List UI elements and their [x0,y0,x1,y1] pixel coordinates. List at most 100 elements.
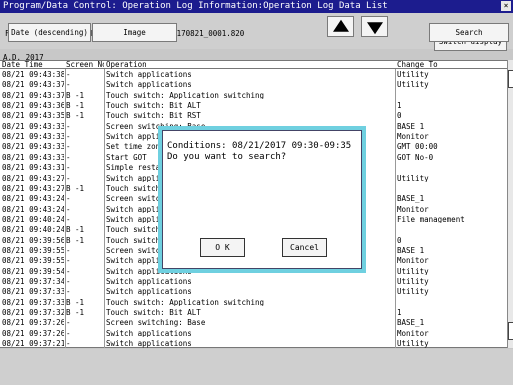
dialog-question: Do you want to search? [167,152,287,162]
cell-change-to: 1 [397,309,402,317]
arrow-down-icon [366,21,383,34]
cell-change-to: Monitor [397,329,429,338]
cell-screen-no: - [66,205,71,214]
cell-date-time: 08/21 09:37:33 [2,288,64,296]
cell-date-time: 08/21 09:43:31 [2,164,64,172]
table-row[interactable]: 08/21 09:37:26- Switch applications Monito… [0,330,507,338]
table-row[interactable]: 08/21 09:37:32 B -1 Touch switch: Bit ALT 1 [0,309,507,317]
scroll-thumb[interactable] [508,70,513,88]
dialog-body: Conditions: 08/21/2017 09:30-09:35 Do yo… [162,130,362,269]
table-row[interactable]: 08/21 09:43:38- Switch applications Utilit… [0,71,507,79]
cell-date-time: 08/21 09:39:54 [2,267,64,276]
cell-change-to: Utility [397,340,429,348]
ok-button[interactable]: O K [200,238,245,257]
title-bar: Program/Data Control: Operation Log Info… [0,0,513,13]
header-operation: Operation [106,61,147,69]
cell-screen-no: B -1 [66,298,85,307]
cell-screen-no: - [66,143,71,151]
cell-change-to: Utility [397,174,429,182]
cell-change-to: 0 [397,112,402,120]
header-screen-no: Screen No. [66,61,104,69]
cell-date-time: 08/21 09:43:38 [2,71,64,79]
cell-change-to: 1 [397,102,402,110]
cell-date-time: 08/21 09:43:33 [2,133,64,141]
page-down-button[interactable] [361,16,388,37]
cell-operation: Switch applications [106,288,192,296]
cell-screen-no: - [66,246,71,255]
cell-screen-no: B -1 [66,226,85,234]
search-button[interactable]: Search [429,23,509,42]
cell-date-time: 08/21 09:37:26 [2,319,64,327]
cell-operation: Touch switch: Bit RST [106,112,201,120]
table-row[interactable]: 08/21 09:37:21- Switch applications Utilit… [0,340,507,348]
cell-date-time: 08/21 09:37:32 [2,309,64,317]
cell-change-to: Utility [397,278,429,286]
cell-screen-no: - [66,319,71,327]
cell-operation: Switch applications [106,71,192,79]
image-button[interactable]: Image [92,23,177,42]
table-row[interactable]: 08/21 09:37:26- Screen switching: Base BAS… [0,319,507,327]
cell-change-to: BASE_1 [397,195,425,203]
header-change-to: Change To [397,61,438,69]
cell-screen-no: - [66,122,71,131]
table-row[interactable]: 08/21 09:37:33- Switch applications Utilit… [0,288,507,296]
cell-date-time: 08/21 09:37:21 [2,340,64,348]
cell-screen-no: B -1 [66,91,85,100]
cell-screen-no: - [66,133,71,141]
cell-date-time: 08/21 09:37:26 [2,329,64,338]
cell-operation: Touch switch: Bit ALT [106,102,201,110]
cell-change-to: Utility [397,267,429,276]
table-row[interactable]: 08/21 09:43:36 B -1 Touch switch: Bit ALT 1 [0,102,507,110]
close-icon[interactable]: × [501,1,511,11]
cell-change-to: File management [397,215,465,224]
search-confirm-dialog: Conditions: 08/21/2017 09:30-09:35 Do yo… [158,126,366,273]
cell-screen-no: B -1 [66,102,85,110]
table-row[interactable]: 08/21 09:43:37 B -1 Touch switch: Applicat… [0,92,507,100]
cell-date-time: 08/21 09:43:36 [2,102,64,110]
cell-operation: Switch applications [106,278,192,286]
page-up-button[interactable] [327,16,354,37]
cell-screen-no: - [66,195,71,203]
arrow-up-icon [332,19,349,32]
cell-change-to: BASE_1 [397,122,425,131]
cell-screen-no: B -1 [66,309,85,317]
cell-change-to: Monitor [397,133,429,141]
cell-screen-no: B -1 [66,184,85,193]
cell-date-time: 08/21 09:37:33 [2,298,64,307]
cell-change-to: Utility [397,288,429,296]
cancel-button[interactable]: Cancel [282,238,327,257]
table-row[interactable]: 08/21 09:43:35 B -1 Touch switch: Bit RST 0 [0,112,507,120]
cell-date-time: 08/21 09:37:34 [2,278,64,286]
cell-screen-no: - [66,164,71,172]
cell-operation: Touch switch: Application switching [106,91,265,100]
cell-date-time: 08/21 09:43:37 [2,91,64,100]
cell-date-time: 08/21 09:43:33 [2,122,64,131]
cell-date-time: 08/21 09:43:24 [2,195,64,203]
cell-screen-no: - [66,288,71,296]
table-row[interactable]: 08/21 09:37:34- Switch applications Utilit… [0,278,507,286]
cell-change-to: Utility [397,81,429,89]
cell-screen-no: - [66,81,71,89]
cell-date-time: 08/21 09:39:55 [2,246,64,255]
cell-operation: Screen switching: Base [106,319,206,327]
cell-screen-no: - [66,329,71,338]
scroll-thumb-lower[interactable] [508,322,513,340]
table-row[interactable]: 08/21 09:37:33 B -1 Touch switch: Applicat… [0,299,507,307]
cell-operation: Touch switch: Bit ALT [106,309,201,317]
cell-change-to: Utility [397,71,429,79]
date-sort-button[interactable]: Date (descending) [8,23,91,42]
table-header: Date Time Screen No. Operation Change To [0,61,507,69]
cell-date-time: 08/21 09:40:24 [2,215,64,224]
cell-date-time: 08/21 09:39:55 [2,257,64,265]
window-title: Program/Data Control: Operation Log Info… [3,1,388,11]
cell-change-to: GOT_No-0 [397,153,434,162]
cell-screen-no: - [66,153,71,162]
cell-change-to: BASE_1 [397,319,425,327]
cell-operation: Switch applications [106,81,192,89]
scrollbar[interactable] [507,60,513,348]
cell-date-time: 08/21 09:40:24 [2,226,64,234]
cell-change-to: BASE_1 [397,246,425,255]
cell-screen-no: - [66,267,71,276]
table-row[interactable]: 08/21 09:43:37- Switch applications Utilit… [0,81,507,89]
cell-date-time: 08/21 09:43:27 [2,174,64,182]
